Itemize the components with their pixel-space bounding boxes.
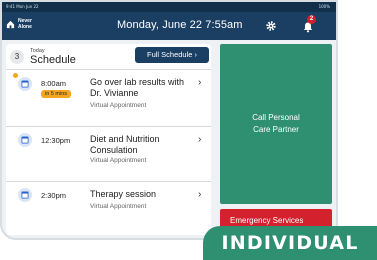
call-label-line-2: Care Partner bbox=[253, 125, 299, 134]
calendar-icon bbox=[18, 77, 32, 91]
appointment-time: 12:30pm bbox=[41, 136, 71, 145]
calendar-icon bbox=[18, 133, 32, 147]
house-logo-icon bbox=[6, 20, 15, 29]
header-date-time: Monday, June 22 7:55am bbox=[117, 19, 243, 31]
appointment-title-line-2: Consulation bbox=[90, 145, 138, 155]
app-header: Never Alone Monday, June 22 7:55am 2 bbox=[2, 12, 336, 40]
appointment-title-line-1: Go over lab results with bbox=[90, 77, 185, 87]
appointment-title: Therapy session bbox=[90, 189, 157, 199]
appointment-count: 3 bbox=[10, 50, 24, 64]
soon-tag: in 5 mins bbox=[41, 90, 72, 98]
logo-text: Never Alone bbox=[18, 18, 32, 30]
emergency-services-label: Emergency Services bbox=[230, 216, 304, 225]
logo-line-2: Alone bbox=[18, 23, 32, 30]
battery-level: 100% bbox=[318, 4, 330, 9]
appointment-item[interactable]: 2:30pm Therapy session Virtual Appointme… bbox=[6, 182, 211, 232]
appointment-type: Virtual Appointment bbox=[90, 203, 147, 210]
app-logo: Never Alone bbox=[6, 18, 32, 30]
chevron-right-icon: › bbox=[198, 189, 202, 200]
schedule-card: 3 Today Schedule Full Schedule › 8:00am … bbox=[6, 44, 211, 235]
appointment-time: 2:30pm bbox=[41, 191, 67, 200]
calendar-icon bbox=[18, 188, 32, 202]
chevron-right-icon: › bbox=[198, 77, 202, 88]
individual-banner: INDIVIDUAL bbox=[203, 226, 377, 260]
appointment-title: Diet and Nutrition Consulation bbox=[90, 134, 190, 156]
chevron-right-icon: › bbox=[198, 134, 202, 145]
appointment-title-line-2: Dr. Vivianne bbox=[90, 88, 139, 98]
notification-badge: 2 bbox=[307, 15, 316, 24]
gear-icon[interactable] bbox=[265, 20, 277, 32]
schedule-title: Schedule bbox=[30, 54, 76, 66]
appointment-time: 8:00am bbox=[41, 79, 67, 88]
appointment-title-line-1: Diet and Nutrition bbox=[90, 134, 160, 144]
appointment-item[interactable]: 12:30pm Diet and Nutrition Consulation V… bbox=[6, 127, 211, 180]
call-care-partner-button[interactable]: Call Personal Care Partner bbox=[220, 44, 332, 204]
appointment-type: Virtual Appointment bbox=[90, 157, 147, 164]
call-label-line-1: Call Personal bbox=[252, 113, 300, 122]
appointment-title: Go over lab results with Dr. Vivianne bbox=[90, 77, 190, 99]
schedule-header: 3 Today Schedule Full Schedule › bbox=[6, 44, 211, 68]
tablet-screen: 9:41 Mon Jun 22 100% Never Alone Monday,… bbox=[0, 0, 338, 240]
call-care-partner-label: Call Personal Care Partner bbox=[220, 112, 332, 136]
full-schedule-button[interactable]: Full Schedule › bbox=[135, 47, 209, 63]
appointment-type: Virtual Appointment bbox=[90, 102, 147, 109]
appointment-item[interactable]: 8:00am in 5 mins Go over lab results wit… bbox=[6, 70, 211, 125]
status-bar: 9:41 Mon Jun 22 100% bbox=[2, 2, 336, 12]
status-time: 9:41 Mon Jun 22 bbox=[6, 4, 39, 9]
